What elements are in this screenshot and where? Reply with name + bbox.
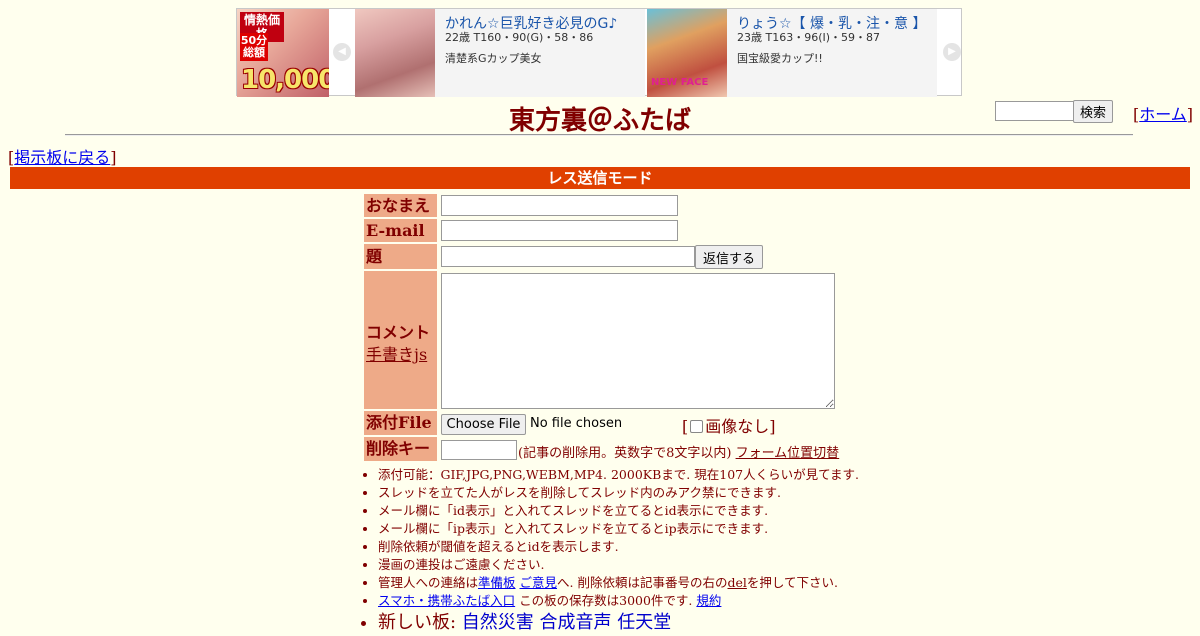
list-item: メール欄に「id表示」と入れてスレッドを立てるとid表示にできます. bbox=[378, 502, 859, 520]
notes-list: 添付可能：GIF,JPG,PNG,WEBM,MP4. 2000KBまで. 現在1… bbox=[360, 466, 859, 636]
search-button[interactable]: 検索 bbox=[1073, 100, 1113, 123]
email-field[interactable] bbox=[441, 220, 678, 241]
divider bbox=[65, 134, 1133, 136]
delete-key-field[interactable] bbox=[441, 440, 517, 460]
list-item: 管理人への連絡は準備板 ご意見へ. 削除依頼は記事番号の右のdelを押して下さい… bbox=[378, 574, 859, 592]
delete-key-note: (記事の削除用。英数字で8文字以内) bbox=[518, 446, 732, 461]
ad-card-photo[interactable] bbox=[355, 9, 435, 97]
name-label: おなまえ bbox=[364, 194, 437, 217]
list-item: 新しい板: 自然災害 合成音声 任天堂 bbox=[378, 610, 859, 636]
new-face-badge: NEW FACE bbox=[651, 77, 709, 88]
list-item: 添付可能：GIF,JPG,PNG,WEBM,MP4. 2000KBまで. 現在1… bbox=[378, 466, 859, 484]
admin-contact-text: を押して下さい. bbox=[746, 575, 838, 590]
no-image-option: [画像なし] bbox=[682, 417, 776, 436]
ad-fifty-label: 50分総額 bbox=[240, 33, 268, 61]
home-link-wrapper: [ホーム] bbox=[1133, 105, 1194, 124]
delete-key-note-wrapper: (記事の削除用。英数字で8文字以内) フォーム位置切替 bbox=[518, 442, 839, 461]
list-item: スレッドを立てた人がレスを削除してスレッド内のみアク禁にできます. bbox=[378, 484, 859, 502]
form-position-toggle-link[interactable]: フォーム位置切替 bbox=[736, 446, 840, 461]
reply-button[interactable]: 返信する bbox=[695, 245, 763, 269]
list-item: 削除依頼が閾値を超えるとidを表示します. bbox=[378, 538, 859, 556]
ad-price-label: 10,000 bbox=[241, 65, 329, 95]
comment-label: コメント bbox=[366, 323, 431, 342]
mode-banner: レス送信モード bbox=[10, 167, 1190, 189]
email-label: E-mail bbox=[364, 219, 437, 242]
ad-card-desc: 国宝級愛カップ!! bbox=[737, 52, 823, 65]
subject-label-cell: 題名 bbox=[364, 244, 437, 291]
name-field[interactable] bbox=[441, 195, 678, 216]
home-link[interactable]: ホーム bbox=[1139, 105, 1187, 124]
subject-field[interactable] bbox=[441, 246, 695, 267]
ad-card[interactable]: かれん☆巨乳好き必見のG♪ 22歳 T160・90(G)・58・86 清楚系Gカ… bbox=[355, 9, 645, 97]
handwrite-link[interactable]: 手書きjs bbox=[366, 341, 427, 365]
retention-text: この板の保存数は3000件です. bbox=[515, 593, 693, 608]
list-item: スマホ・携帯ふたば入口 この板の保存数は3000件です. 規約 bbox=[378, 592, 859, 610]
ad-card-desc: 清楚系Gカップ美女 bbox=[445, 52, 542, 65]
prep-board-link[interactable]: 準備板 bbox=[478, 575, 516, 590]
admin-contact-text: へ. 削除依頼は記事番号の右の bbox=[557, 575, 728, 590]
ad-prev-arrow-icon[interactable]: ◀ bbox=[333, 43, 351, 61]
delete-key-label: 削除キー bbox=[364, 437, 437, 461]
choose-file-button[interactable]: Choose File bbox=[441, 414, 526, 435]
list-item: メール欄に「ip表示」と入れてスレッドを立てるとip表示にできます. bbox=[378, 520, 859, 538]
list-item: 漫画の連投はご遠慮ください. bbox=[378, 556, 859, 574]
back-to-board-link[interactable]: 掲示板に戻る bbox=[14, 148, 110, 167]
no-image-checkbox[interactable] bbox=[690, 419, 704, 433]
mobile-entrance-link[interactable]: スマホ・携帯ふたば入口 bbox=[378, 593, 515, 608]
no-image-label: 画像なし bbox=[705, 417, 770, 436]
ad-card-meta: 22歳 T160・90(G)・58・86 bbox=[445, 31, 594, 44]
search-input[interactable] bbox=[995, 101, 1079, 121]
file-label: 添付File bbox=[364, 411, 437, 435]
feedback-link[interactable]: ご意見 bbox=[520, 575, 558, 590]
ad-card-meta: 23歳 T163・96(I)・59・87 bbox=[737, 31, 881, 44]
comment-textarea[interactable] bbox=[441, 273, 835, 409]
ad-card[interactable]: NEW FACE りょう☆【 爆・乳・注・意 】 23歳 T163・96(I)・… bbox=[647, 9, 937, 97]
admin-contact-text: 管理人への連絡は bbox=[378, 575, 479, 590]
file-status: No file chosen bbox=[530, 416, 623, 431]
ad-side-image[interactable]: 情熱価格 50分総額 10,000 bbox=[237, 9, 329, 97]
comment-label-cell: コメント 手書きjs bbox=[364, 271, 437, 409]
back-link-wrapper: [掲示板に戻る] bbox=[8, 148, 117, 167]
ad-card-photo[interactable]: NEW FACE bbox=[647, 9, 727, 97]
rules-link[interactable]: 規約 bbox=[696, 593, 721, 608]
ad-banner[interactable]: 情熱価格 50分総額 10,000 ◀ かれん☆巨乳好き必見のG♪ 22歳 T1… bbox=[236, 8, 962, 97]
del-link[interactable]: del bbox=[727, 575, 746, 590]
ad-next-arrow-icon[interactable]: ▶ bbox=[943, 43, 961, 61]
